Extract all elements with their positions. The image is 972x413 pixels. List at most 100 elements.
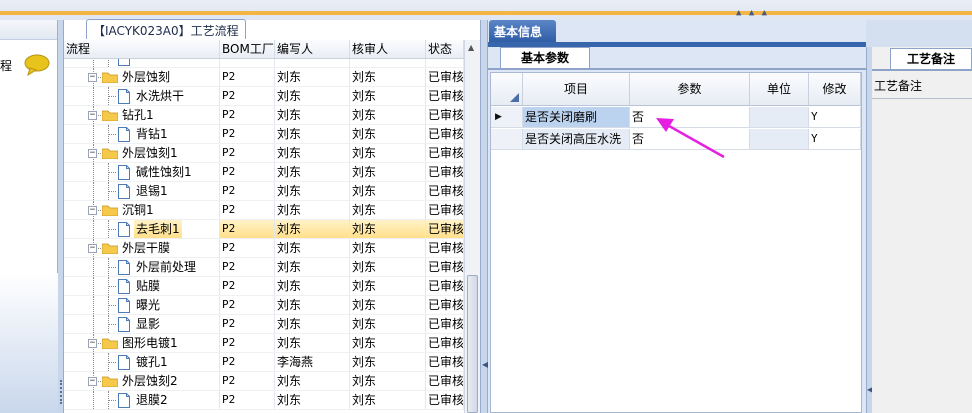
tree-node-label[interactable]: 外层干膜 [120, 239, 172, 257]
tree-node-label[interactable]: 碱性蚀刻1 [134, 163, 194, 181]
tree-node[interactable]: − 图形电镀1 [64, 334, 220, 352]
process-tree-tab[interactable]: 【IACYK023A0】工艺流程 [86, 19, 246, 39]
tree-row[interactable]: 显影 P2 刘东 刘东 已审核 [64, 315, 464, 334]
col-header-bom[interactable]: BOM工厂 [220, 40, 275, 58]
tree-node[interactable]: − 钻孔1 [64, 106, 220, 124]
row-selector[interactable] [491, 129, 523, 149]
tree-node[interactable]: 水洗烘干 [64, 87, 220, 105]
tree-node[interactable]: 退锡1 [64, 182, 220, 200]
tree-row[interactable]: − 外层蚀刻2 P2 刘东 刘东 已审核 [64, 372, 464, 391]
param-item-cell[interactable]: 是否关闭高压水洗 [523, 129, 630, 149]
collapse-arrows-icon[interactable]: ▲ ▲ ▲ [736, 8, 768, 18]
tree-node-label[interactable]: 显影 [134, 315, 162, 333]
collapse-node-icon[interactable]: − [88, 206, 97, 215]
remark-label: 工艺备注 [874, 79, 923, 93]
tree-node[interactable]: 曝光 [64, 296, 220, 314]
tree-node-label[interactable]: 背钻1 [134, 125, 170, 143]
tree-row[interactable]: − 图形电镀1 P2 刘东 刘东 已审核 [64, 334, 464, 353]
chat-bubble-icon[interactable] [24, 54, 50, 76]
tree-row[interactable]: − 外层蚀刻1 P2 刘东 刘东 已审核 [64, 144, 464, 163]
tree-node-label[interactable]: 外层蚀刻 [120, 68, 172, 86]
tree-node-label[interactable]: 外层蚀刻1 [120, 144, 180, 162]
tab-basic-params[interactable]: 基本参数 [500, 47, 590, 69]
tree-row[interactable]: 背钻1 P2 刘东 刘东 已审核 [64, 125, 464, 144]
collapse-node-icon[interactable]: − [88, 73, 97, 82]
tab-process-remark[interactable]: 工艺备注 [890, 48, 972, 70]
tree-row[interactable]: − 沉铜1 P2 刘东 刘东 已审核 [64, 201, 464, 220]
tree-row[interactable]: 退膜2 P2 刘东 刘东 已审核 [64, 391, 464, 410]
tree-row[interactable]: 水洗烘干 P2 刘东 刘东 已审核 [64, 87, 464, 106]
tree-node[interactable]: 去毛刺1 [64, 220, 220, 238]
tree-scroll-thumb[interactable] [467, 275, 478, 413]
tree-node-label[interactable]: 曝光 [134, 296, 162, 314]
tree-row[interactable]: − 外层干膜 P2 刘东 刘东 已审核 [64, 239, 464, 258]
middle-splitter[interactable]: ◀ [480, 20, 488, 413]
col-header-flow[interactable]: 流程 [64, 40, 220, 58]
collapse-node-icon[interactable]: − [88, 111, 97, 120]
left-nav-item-label[interactable]: 程 [0, 57, 12, 74]
param-item-cell[interactable]: 是否关闭磨刷 [523, 107, 630, 127]
tree-row[interactable]: 退锡1 P2 刘东 刘东 已审核 [64, 182, 464, 201]
tree-node[interactable]: 外层前处理 [64, 258, 220, 276]
tree-row[interactable]: 去毛刺1 P2 刘东 刘东 已审核 [64, 220, 464, 239]
tree-row[interactable]: 贴膜 P2 刘东 刘东 已审核 [64, 277, 464, 296]
select-all-icon[interactable] [510, 93, 519, 102]
tree-vertical-scrollbar[interactable]: ▲ [464, 40, 480, 413]
param-modify-cell[interactable]: Y [809, 129, 861, 149]
tree-node-label[interactable]: 退膜2 [134, 391, 170, 409]
tree-row[interactable]: 曝光 P2 刘东 刘东 已审核 [64, 296, 464, 315]
tree-node-label[interactable]: 图形电镀1 [120, 334, 180, 352]
tree-node[interactable]: − 外层蚀刻2 [64, 372, 220, 390]
tree-node-label[interactable]: 钻孔1 [120, 106, 156, 124]
col-header-reviewer[interactable]: 核审人 [350, 40, 426, 58]
tree-node-label[interactable]: 沉铜1 [120, 201, 156, 219]
tree-row[interactable]: − 钻孔1 P2 刘东 刘东 已审核 [64, 106, 464, 125]
tree-row[interactable]: 镀孔1 P2 李海燕 刘东 已审核 [64, 353, 464, 372]
tree-row[interactable]: 碱性蚀刻1 P2 刘东 刘东 已审核 [64, 163, 464, 182]
col-header-unit[interactable]: 单位 [750, 73, 809, 105]
param-row[interactable]: ▶ 是否关闭磨刷 否 Y [491, 107, 861, 128]
tree-node[interactable]: 背钻1 [64, 125, 220, 143]
tree-node[interactable]: 镀孔1 [64, 353, 220, 371]
tree-node-label[interactable]: 退锡1 [134, 182, 170, 200]
collapse-node-icon[interactable]: − [88, 377, 97, 386]
col-header-writer[interactable]: 编写人 [275, 40, 350, 58]
tree-node[interactable]: 贴膜 [64, 277, 220, 295]
param-value-cell[interactable]: 否 [630, 107, 750, 127]
tree-node-label[interactable]: 贴膜 [134, 277, 162, 295]
scroll-up-icon[interactable]: ▲ [468, 43, 474, 52]
tree-node[interactable]: 碱性蚀刻1 [64, 163, 220, 181]
param-modify-cell[interactable]: Y [809, 107, 861, 127]
tree-node[interactable]: − 外层蚀刻1 [64, 144, 220, 162]
tab-basic-info[interactable]: 基本信息 [489, 20, 556, 42]
tree-row[interactable]: 外层前处理 P2 刘东 刘东 已审核 [64, 258, 464, 277]
param-unit-cell[interactable] [750, 129, 809, 149]
tree-node[interactable]: − 外层干膜 [64, 239, 220, 257]
collapse-node-icon[interactable]: − [88, 339, 97, 348]
col-header-param[interactable]: 参数 [630, 73, 750, 105]
grid-corner[interactable] [491, 73, 523, 105]
tree-node[interactable] [64, 59, 220, 67]
col-header-item[interactable]: 项目 [523, 73, 630, 105]
tree-node-label[interactable]: 水洗烘干 [134, 87, 186, 105]
collapse-node-icon[interactable]: − [88, 244, 97, 253]
row-pointer-icon[interactable]: ▶ [491, 107, 523, 127]
tree-node-label[interactable] [134, 59, 138, 67]
param-row[interactable]: 是否关闭高压水洗 否 Y [491, 129, 861, 150]
col-header-status[interactable]: 状态 [426, 40, 464, 58]
tree-node[interactable]: 退膜2 [64, 391, 220, 409]
tree-node-label[interactable]: 去毛刺1 [134, 220, 182, 238]
tree-node[interactable]: − 外层蚀刻 [64, 68, 220, 86]
tree-node-label[interactable]: 外层前处理 [134, 258, 198, 276]
params-grid-header: 项目 参数 单位 修改 [491, 73, 861, 106]
param-unit-cell[interactable] [750, 107, 809, 127]
tree-node[interactable]: 显影 [64, 315, 220, 333]
col-header-modify[interactable]: 修改 [809, 73, 861, 105]
tree-node[interactable]: − 沉铜1 [64, 201, 220, 219]
tree-row[interactable] [64, 59, 464, 68]
collapse-node-icon[interactable]: − [88, 149, 97, 158]
tree-node-label[interactable]: 镀孔1 [134, 353, 170, 371]
param-value-cell[interactable]: 否 [630, 129, 750, 149]
tree-row[interactable]: − 外层蚀刻 P2 刘东 刘东 已审核 [64, 68, 464, 87]
tree-node-label[interactable]: 外层蚀刻2 [120, 372, 180, 390]
